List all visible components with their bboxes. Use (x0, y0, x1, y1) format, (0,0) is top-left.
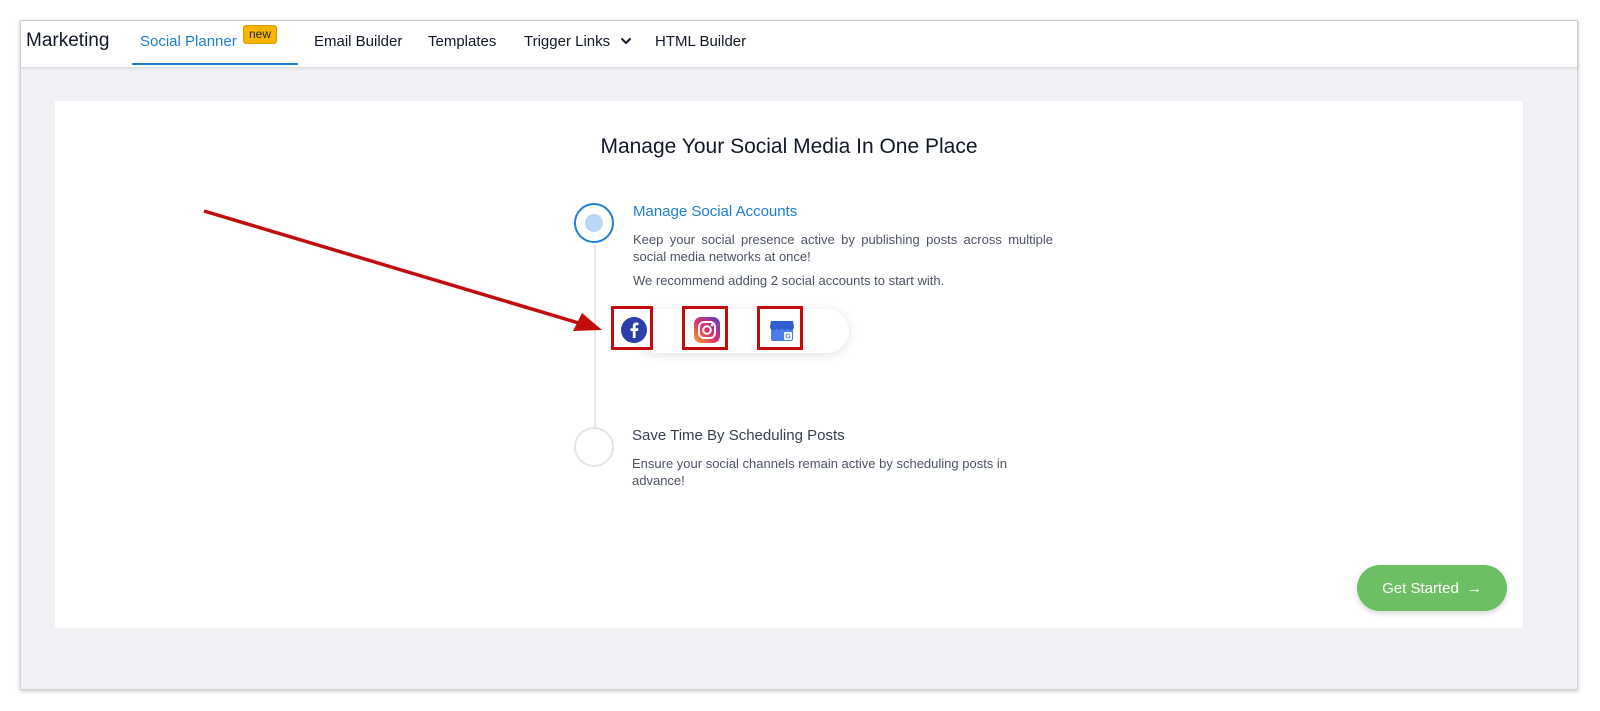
new-badge: new (243, 25, 278, 44)
page-title: Manage Your Social Media In One Place (600, 135, 978, 158)
step-1-indicator (574, 203, 614, 243)
app-window: Marketing Social Planner new Email Build… (20, 20, 1578, 690)
step-1-description: Keep your social presence active by publ… (633, 232, 1053, 264)
tab-trigger-links[interactable]: Trigger Links (524, 33, 610, 50)
step-active-dot (585, 214, 603, 232)
svg-text:G: G (785, 334, 791, 341)
tab-label: Templates (428, 33, 497, 50)
tab-templates[interactable]: Templates (428, 33, 496, 50)
chevron-down-icon[interactable] (620, 35, 632, 47)
facebook-icon (621, 317, 647, 343)
step-1-title[interactable]: Manage Social Accounts (633, 203, 797, 220)
step-2-description: Ensure your social channels remain activ… (632, 456, 1008, 488)
instagram-connect-button[interactable] (682, 306, 728, 350)
step-2-title: Save Time By Scheduling Posts (632, 427, 845, 444)
step-connector-line (594, 245, 596, 427)
facebook-connect-button[interactable] (611, 306, 653, 350)
social-accounts-group (635, 309, 849, 353)
instagram-icon (694, 317, 720, 343)
get-started-label: Get Started (1382, 579, 1459, 597)
tab-label: Email Builder (314, 33, 403, 50)
active-tab-indicator (132, 63, 298, 65)
tab-label: Trigger Links (524, 33, 611, 50)
onboarding-card: Manage Your Social Media In One Place Ma… (55, 101, 1523, 628)
arrow-right-icon: → (1466, 579, 1482, 597)
google-business-icon: G (770, 321, 794, 341)
tab-label: HTML Builder (655, 33, 747, 50)
brand-title: Marketing (26, 30, 110, 51)
tab-email-builder[interactable]: Email Builder (314, 33, 402, 50)
tab-html-builder[interactable]: HTML Builder (655, 33, 746, 50)
tab-social-planner[interactable]: Social Planner (140, 33, 237, 50)
step-1-recommendation: We recommend adding 2 social accounts to… (633, 273, 945, 288)
step-2-indicator (574, 427, 614, 467)
get-started-button[interactable]: Get Started → (1357, 565, 1507, 611)
top-navigation: Marketing Social Planner new Email Build… (21, 21, 1577, 68)
tab-label: Social Planner (140, 33, 237, 50)
google-business-connect-button[interactable]: G (757, 306, 803, 350)
